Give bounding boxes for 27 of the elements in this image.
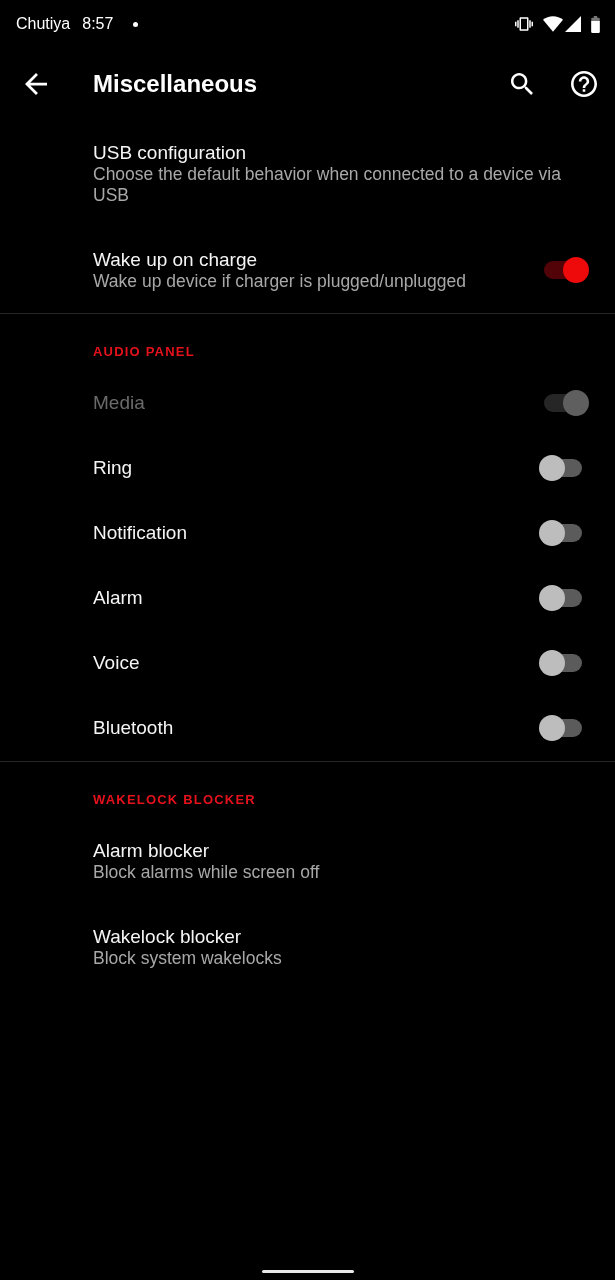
setting-title[interactable]: Notification bbox=[93, 522, 523, 544]
setting-title[interactable]: Ring bbox=[93, 457, 523, 479]
battery-icon bbox=[591, 15, 600, 33]
setting-title[interactable]: USB configuration bbox=[93, 141, 581, 164]
setting-title[interactable]: Wakelock blocker bbox=[93, 925, 581, 948]
setting-summary: Wake up device if charger is plugged/unplugged bbox=[93, 270, 467, 292]
section-header: WAKELOCK BLOCKER bbox=[92, 790, 257, 809]
clock-time: 8:57 bbox=[82, 14, 114, 34]
setting-summary: Choose the default behavior when connected to a device via USB bbox=[93, 163, 562, 206]
notification-dot-icon bbox=[133, 21, 139, 27]
help-icon bbox=[571, 71, 597, 97]
setting-title[interactable]: Wake up on charge bbox=[93, 248, 523, 271]
back-arrow-icon bbox=[25, 73, 47, 95]
screen-title: Miscellaneous bbox=[93, 69, 258, 99]
setting-summary: Block alarms while screen off bbox=[93, 861, 321, 883]
setting-summary: Block system wakelocks bbox=[93, 947, 283, 969]
signal-icon bbox=[565, 16, 581, 32]
setting-title[interactable]: Voice bbox=[93, 652, 523, 674]
gesture-handle[interactable] bbox=[261, 1270, 354, 1273]
vibrate-icon bbox=[515, 17, 533, 31]
carrier-name: Chutiya bbox=[16, 14, 71, 34]
wifi-icon bbox=[543, 16, 563, 32]
setting-title[interactable]: Alarm blocker bbox=[93, 839, 581, 862]
search-icon bbox=[511, 73, 533, 95]
setting-title[interactable]: Alarm bbox=[93, 587, 523, 609]
setting-title[interactable]: Bluetooth bbox=[93, 717, 523, 739]
section-header: AUDIO PANEL bbox=[92, 343, 196, 361]
